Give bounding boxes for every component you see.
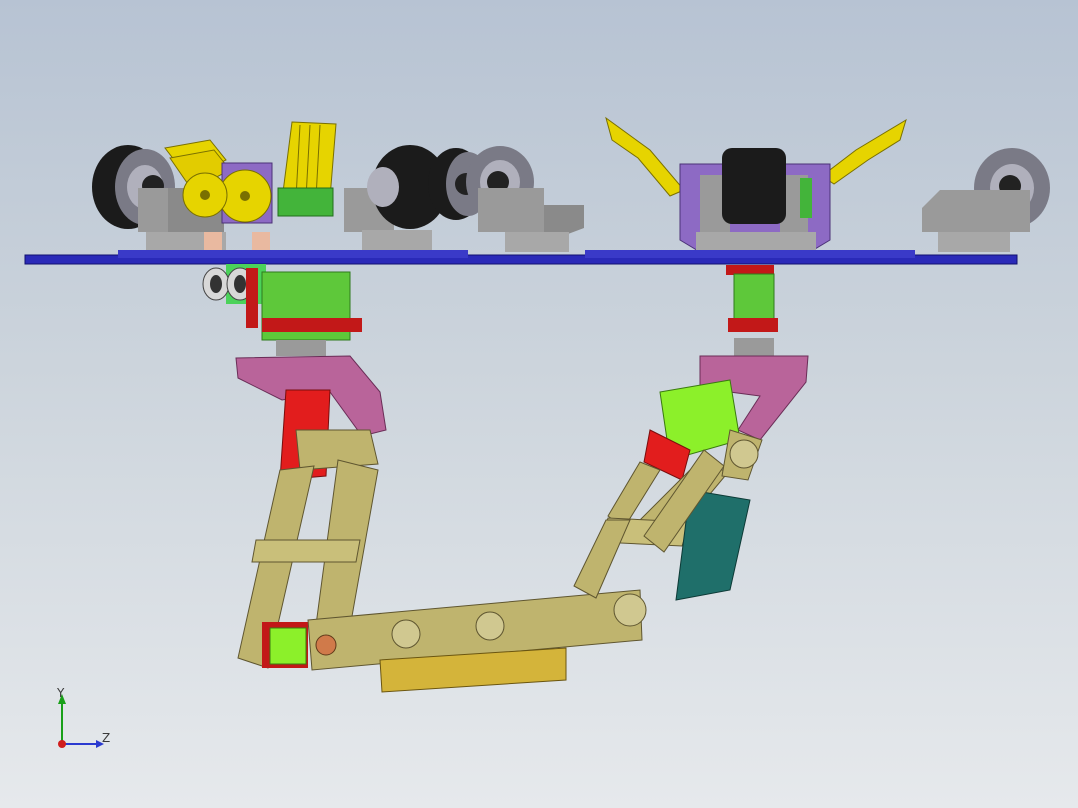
axis-z-label: Z: [102, 731, 111, 745]
servo-left-top: [246, 268, 362, 356]
cad-viewport[interactable]: Y Z: [0, 0, 1078, 808]
servo-right-top: [726, 265, 778, 356]
base-plate: [24, 250, 1018, 265]
caster-wheel-4: [922, 148, 1050, 252]
gripper-right: [605, 116, 907, 253]
caster-wheel-3: [466, 146, 584, 252]
axis-triad-icon: [58, 694, 104, 748]
right-arm: [573, 379, 763, 601]
caster-wheel-2: [344, 145, 490, 252]
axis-y-label: Y: [57, 686, 65, 700]
robot-assembly-model[interactable]: [0, 0, 1078, 808]
